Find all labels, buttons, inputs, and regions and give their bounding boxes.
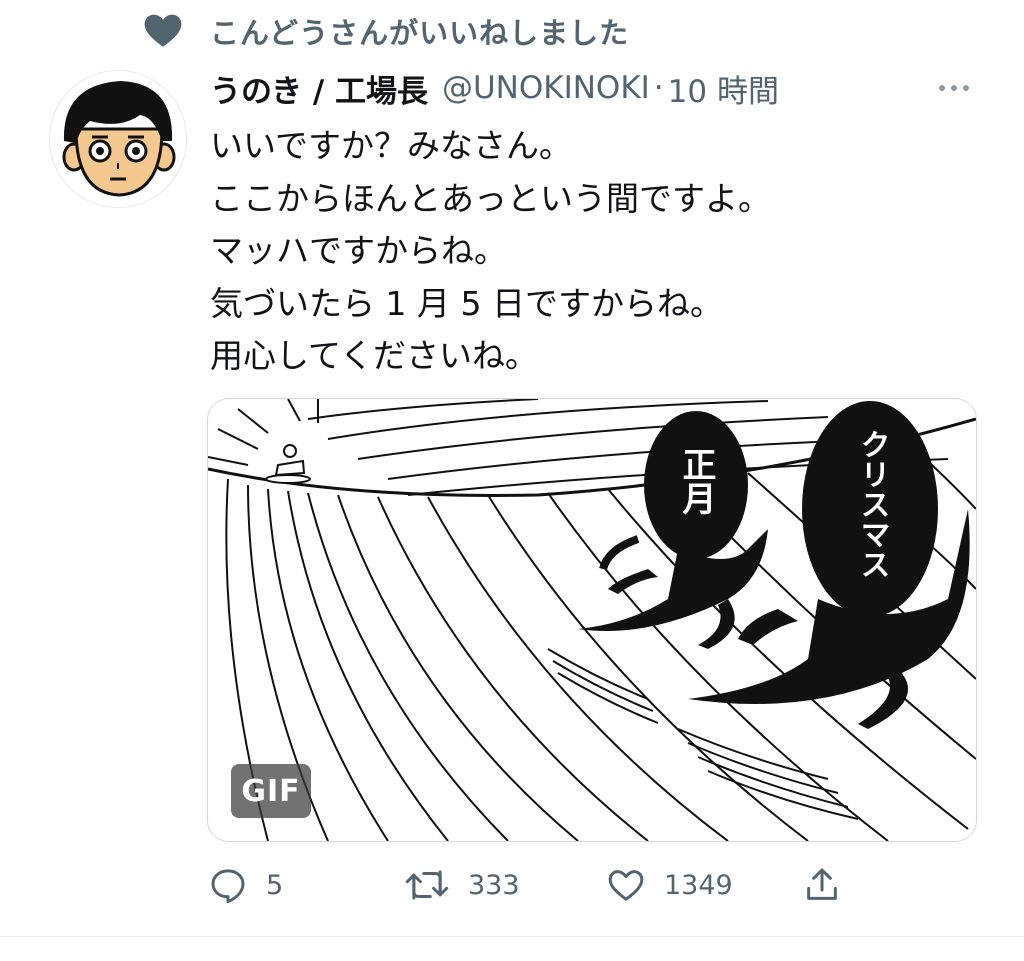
share-icon <box>807 868 837 900</box>
tweet-line: マッハですからね。 <box>210 231 507 270</box>
reply-count: 5 <box>266 869 284 901</box>
user-handle[interactable]: @UNOKINOKI <box>442 70 650 106</box>
retweet-icon <box>405 870 449 900</box>
more-options-icon[interactable] <box>934 70 974 106</box>
avatar[interactable] <box>49 70 187 208</box>
divider <box>0 936 1024 937</box>
gif-badge[interactable]: GIF <box>231 764 311 818</box>
retweet-count: 333 <box>468 869 520 901</box>
avatar-illustration <box>50 71 186 207</box>
separator: · <box>653 70 664 106</box>
label-new-year: 正月 <box>676 447 716 515</box>
heart-outline-icon <box>608 870 644 901</box>
share-button[interactable] <box>802 860 860 910</box>
heart-filled-icon <box>144 14 182 47</box>
reply-button[interactable]: 5 <box>208 860 283 910</box>
gif-illustration: 正月 クリスマス <box>208 399 976 841</box>
timestamp[interactable]: 10 時間 <box>668 66 779 111</box>
tweet-line: 用心してくださいね。 <box>210 336 539 375</box>
tweet-body: いいですか？みなさん。 ここからほんとあっという間ですよ。 マッハですからね。 … <box>210 120 771 383</box>
social-context-text[interactable]: こんどうさんがいいねしました <box>210 10 629 52</box>
retweet-button[interactable]: 333 <box>404 860 520 910</box>
tweet-line: いいですか？みなさん。 <box>210 126 573 165</box>
tweet-media-gif[interactable]: 正月 クリスマス <box>207 398 977 842</box>
display-name[interactable]: うのき / 工場長 <box>210 66 428 111</box>
like-count: 1349 <box>664 869 733 901</box>
tweet-line: ここからほんとあっという間ですよ。 <box>210 178 771 218</box>
reply-icon <box>211 869 245 904</box>
tweet-line: 気づいたら 1 月 5 日ですからね。 <box>210 283 723 323</box>
label-christmas: クリスマス <box>855 429 890 579</box>
tweet-header: うのき / 工場長 @UNOKINOKI · 10 時間 <box>210 66 779 110</box>
like-button[interactable]: 1349 <box>606 860 733 910</box>
